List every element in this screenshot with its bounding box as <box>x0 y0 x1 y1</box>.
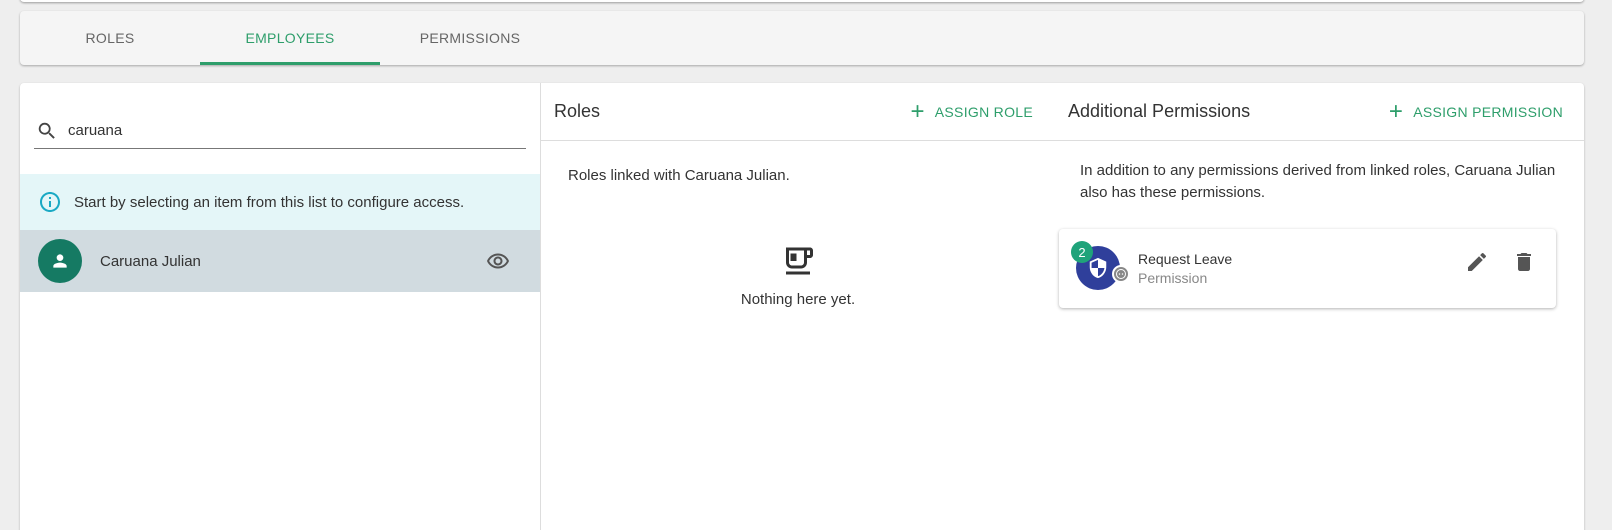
search-bar <box>34 113 526 149</box>
tab-permissions[interactable]: PERMISSIONS <box>380 11 560 65</box>
tab-roles[interactable]: ROLES <box>20 11 200 65</box>
roles-panel: Roles + ASSIGN ROLE Roles linked with Ca… <box>541 83 1055 530</box>
list-item-employee[interactable]: Caruana Julian <box>20 230 540 292</box>
empty-text: Nothing here yet. <box>740 291 856 308</box>
trash-icon[interactable] <box>1512 250 1536 274</box>
avatar <box>38 239 82 283</box>
permissions-panel: Additional Permissions + ASSIGN PERMISSI… <box>1055 83 1584 530</box>
permission-card: 2 Request Leave Permission <box>1059 229 1556 308</box>
main-card: Start by selecting an item from this lis… <box>20 83 1584 530</box>
employee-list-panel: Start by selecting an item from this lis… <box>20 83 541 530</box>
permissions-title: Additional Permissions <box>1068 101 1251 121</box>
roles-header: Roles + ASSIGN ROLE <box>541 83 1055 141</box>
search-icon <box>38 122 55 139</box>
assign-permission-label: ASSIGN PERMISSION <box>1413 103 1563 120</box>
permission-type: Permission <box>1138 270 1208 286</box>
shield-icon <box>1089 257 1107 279</box>
pencil-icon[interactable] <box>1465 250 1489 274</box>
employee-name: Caruana Julian <box>100 252 201 270</box>
assign-role-button[interactable]: + ASSIGN ROLE <box>910 97 1033 125</box>
permission-name: Request Leave <box>1138 251 1233 267</box>
permission-count-badge: 2 <box>1071 241 1093 263</box>
roles-description: Roles linked with Caruana Julian. <box>568 167 790 184</box>
tab-bar: ROLES EMPLOYEES PERMISSIONS <box>20 11 1584 65</box>
info-banner: Start by selecting an item from this lis… <box>20 174 540 230</box>
empty-state: Nothing here yet. <box>541 243 1055 308</box>
assign-permission-button[interactable]: + ASSIGN PERMISSION <box>1388 97 1563 125</box>
eye-icon[interactable] <box>486 249 510 273</box>
permissions-description: In addition to any permissions derived f… <box>1080 162 1556 201</box>
info-text: Start by selecting an item from this lis… <box>74 193 465 211</box>
permissions-header: Additional Permissions + ASSIGN PERMISSI… <box>1055 83 1584 141</box>
face-icon <box>1112 265 1130 283</box>
info-icon <box>40 192 60 212</box>
person-icon <box>53 254 67 268</box>
assign-role-label: ASSIGN ROLE <box>934 103 1033 120</box>
plus-icon: + <box>910 97 925 125</box>
plus-icon: + <box>1388 97 1404 125</box>
search-input[interactable] <box>68 122 508 139</box>
coffee-cup-icon <box>786 247 813 275</box>
tab-employees[interactable]: EMPLOYEES <box>200 11 380 65</box>
top-app-bar-edge <box>20 0 1584 2</box>
roles-title: Roles <box>554 101 601 121</box>
